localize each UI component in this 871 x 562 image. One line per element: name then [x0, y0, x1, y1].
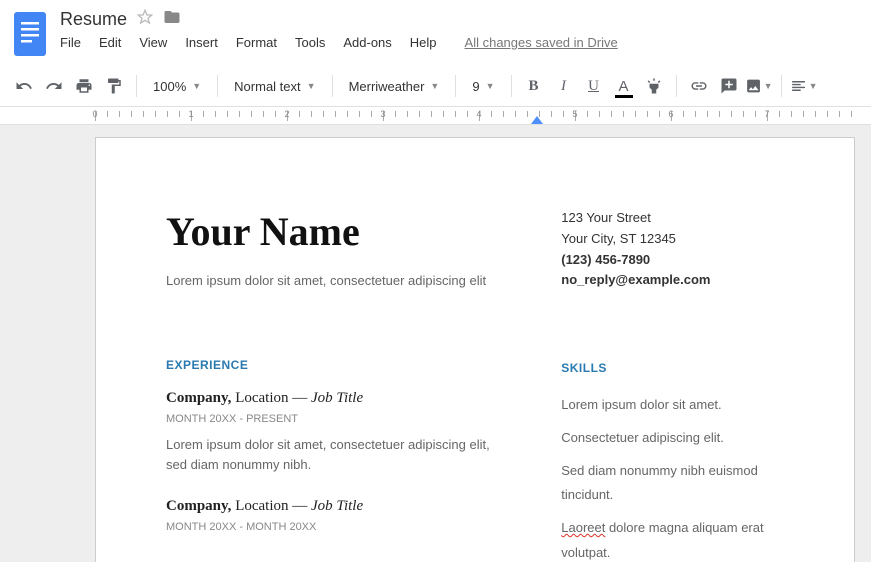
menu-file[interactable]: File [60, 35, 81, 50]
skills-text[interactable]: Lorem ipsum dolor sit amet.Consectetuer … [561, 393, 784, 562]
menu-bar: File Edit View Insert Format Tools Add-o… [60, 35, 861, 50]
italic-button[interactable]: I [550, 72, 578, 100]
text-color-button[interactable]: A [610, 72, 638, 100]
undo-button[interactable] [10, 72, 38, 100]
toolbar: 100%▼ Normal text▼ Merriweather▼ 9▼ B I … [0, 66, 871, 107]
menu-insert[interactable]: Insert [185, 35, 218, 50]
contact-email[interactable]: no_reply@example.com [561, 270, 784, 291]
print-button[interactable] [70, 72, 98, 100]
menu-tools[interactable]: Tools [295, 35, 325, 50]
header: Resume File Edit View Insert Format Tool… [0, 0, 871, 60]
resume-name[interactable]: Your Name [166, 208, 511, 255]
underline-button[interactable]: U [580, 72, 608, 100]
job-description[interactable]: Lorem ipsum dolor sit amet, consectetuer… [166, 435, 511, 474]
menu-format[interactable]: Format [236, 35, 277, 50]
section-skills[interactable]: SKILLS [561, 361, 784, 375]
highlight-button[interactable] [640, 72, 668, 100]
menu-view[interactable]: View [139, 35, 167, 50]
canvas: Your Name Lorem ipsum dolor sit amet, co… [0, 125, 871, 562]
job-dates[interactable]: MONTH 20XX - MONTH 20XX [166, 521, 511, 533]
contact-street[interactable]: 123 Your Street [561, 208, 784, 229]
document-title[interactable]: Resume [60, 9, 127, 30]
insert-image-button[interactable]: ▼ [745, 72, 773, 100]
contact-phone[interactable]: (123) 456-7890 [561, 250, 784, 271]
style-select[interactable]: Normal text▼ [226, 79, 323, 94]
contact-city[interactable]: Your City, ST 12345 [561, 229, 784, 250]
ruler[interactable]: 01234567 [0, 107, 871, 125]
docs-logo-icon[interactable] [10, 8, 50, 60]
resume-tagline[interactable]: Lorem ipsum dolor sit amet, consectetuer… [166, 273, 511, 288]
paint-format-button[interactable] [100, 72, 128, 100]
job-dates[interactable]: MONTH 20XX - PRESENT [166, 413, 511, 425]
contact-block[interactable]: 123 Your Street Your City, ST 12345 (123… [561, 208, 784, 291]
job-heading[interactable]: Company, Location — Job Title [166, 498, 511, 515]
align-button[interactable]: ▼ [790, 72, 818, 100]
document-page[interactable]: Your Name Lorem ipsum dolor sit amet, co… [95, 137, 855, 562]
bold-button[interactable]: B [520, 72, 548, 100]
zoom-select[interactable]: 100%▼ [145, 79, 209, 94]
font-select[interactable]: Merriweather▼ [341, 79, 448, 94]
insert-link-button[interactable] [685, 72, 713, 100]
star-icon[interactable] [137, 9, 153, 30]
save-status[interactable]: All changes saved in Drive [465, 35, 618, 50]
menu-edit[interactable]: Edit [99, 35, 121, 50]
insert-comment-button[interactable] [715, 72, 743, 100]
menu-help[interactable]: Help [410, 35, 437, 50]
redo-button[interactable] [40, 72, 68, 100]
job-heading[interactable]: Company, Location — Job Title [166, 390, 511, 407]
folder-icon[interactable] [163, 8, 181, 31]
section-experience[interactable]: EXPERIENCE [166, 358, 511, 372]
menu-addons[interactable]: Add-ons [343, 35, 391, 50]
font-size-select[interactable]: 9▼ [464, 79, 502, 94]
